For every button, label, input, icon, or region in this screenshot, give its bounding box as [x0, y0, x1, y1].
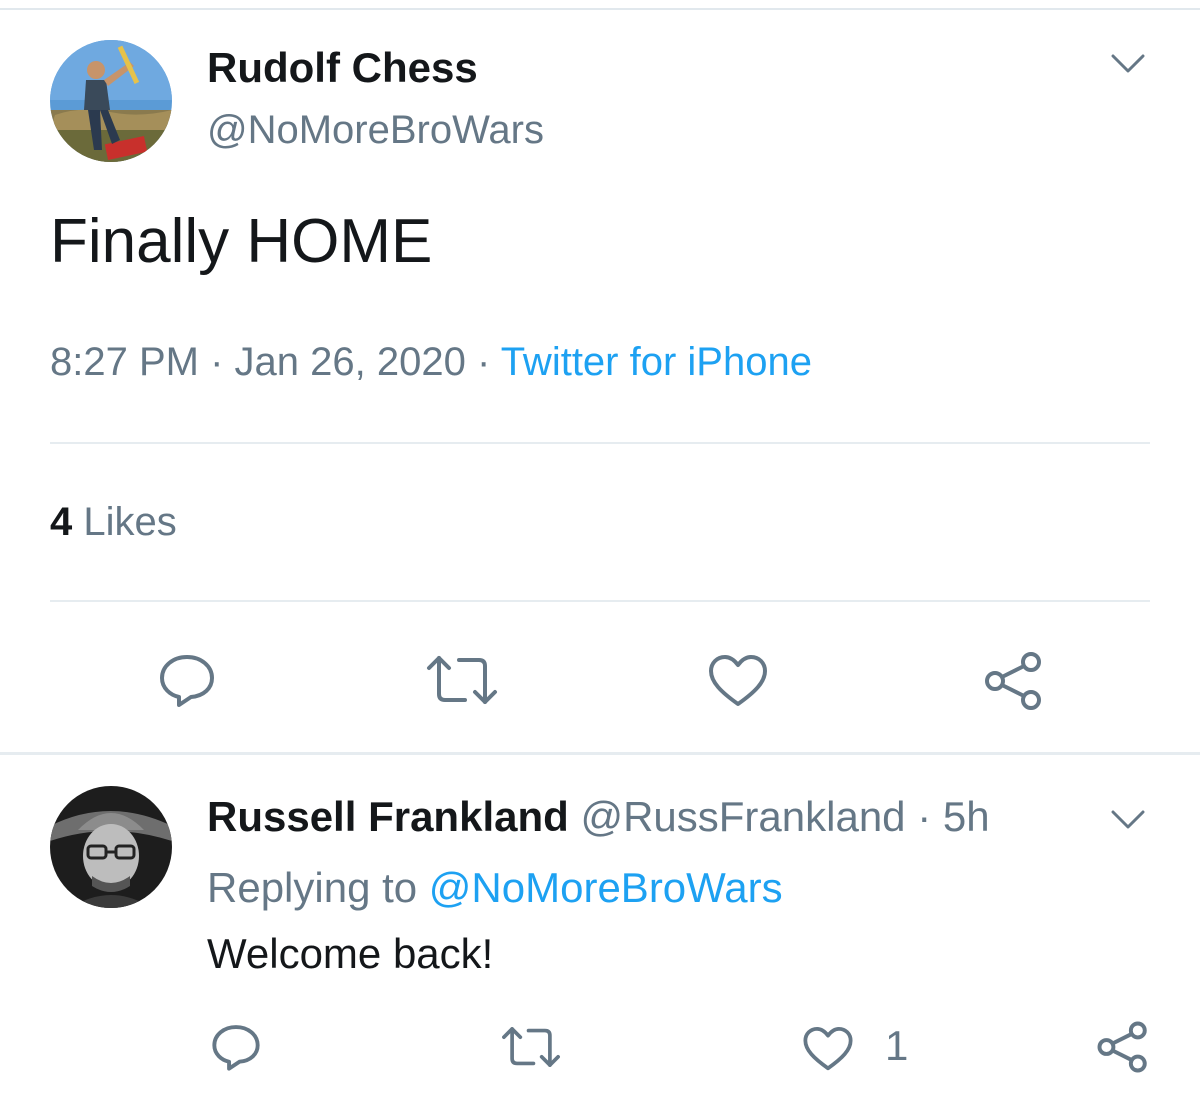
author-handle[interactable]: @NoMoreBroWars — [207, 108, 544, 153]
tweet-meta: 8:27 PM · Jan 26, 2020 · Twitter for iPh… — [50, 340, 812, 385]
reply-icon[interactable] — [157, 652, 217, 708]
likes-summary[interactable]: 4 Likes — [50, 500, 177, 545]
divider — [50, 442, 1150, 444]
reply-header: Russell Frankland @RussFrankland · 5h — [207, 793, 990, 841]
replying-label: Replying to — [207, 864, 418, 911]
section-divider — [0, 752, 1200, 755]
tweet-time[interactable]: 8:27 PM — [50, 340, 199, 384]
reply-author-handle[interactable]: @RussFrankland — [580, 793, 905, 840]
chevron-down-icon[interactable] — [1110, 52, 1146, 81]
likes-label: Likes — [83, 500, 177, 544]
author-name[interactable]: Rudolf Chess — [207, 44, 478, 92]
replying-to: Replying to @NoMoreBroWars — [207, 864, 783, 912]
retweet-icon[interactable] — [425, 652, 499, 708]
retweet-icon[interactable] — [500, 1024, 562, 1070]
chevron-down-icon[interactable] — [1110, 808, 1146, 837]
reply-text: Welcome back! — [207, 930, 494, 977]
reply-icon[interactable] — [210, 1022, 262, 1072]
heart-icon[interactable] — [707, 654, 769, 708]
replying-mention[interactable]: @NoMoreBroWars — [429, 864, 783, 911]
share-icon[interactable] — [983, 650, 1045, 712]
reply-separator: · — [917, 793, 932, 840]
meta-separator: · — [210, 340, 224, 384]
divider — [50, 600, 1150, 602]
reply-like-count: 1 — [885, 1022, 909, 1069]
tweet-text: Finally HOME — [50, 207, 433, 276]
tweet-source[interactable]: Twitter for iPhone — [501, 340, 812, 384]
reply-age[interactable]: 5h — [943, 793, 990, 840]
tweet-date[interactable]: Jan 26, 2020 — [235, 340, 466, 384]
author-avatar[interactable] — [50, 40, 172, 162]
heart-icon[interactable] — [802, 1026, 854, 1072]
reply-author-avatar[interactable] — [50, 786, 172, 908]
share-icon[interactable] — [1096, 1020, 1150, 1074]
likes-count: 4 — [50, 500, 73, 544]
top-divider — [0, 8, 1200, 10]
reply-author-name[interactable]: Russell Frankland — [207, 793, 569, 840]
meta-separator: · — [476, 340, 491, 384]
